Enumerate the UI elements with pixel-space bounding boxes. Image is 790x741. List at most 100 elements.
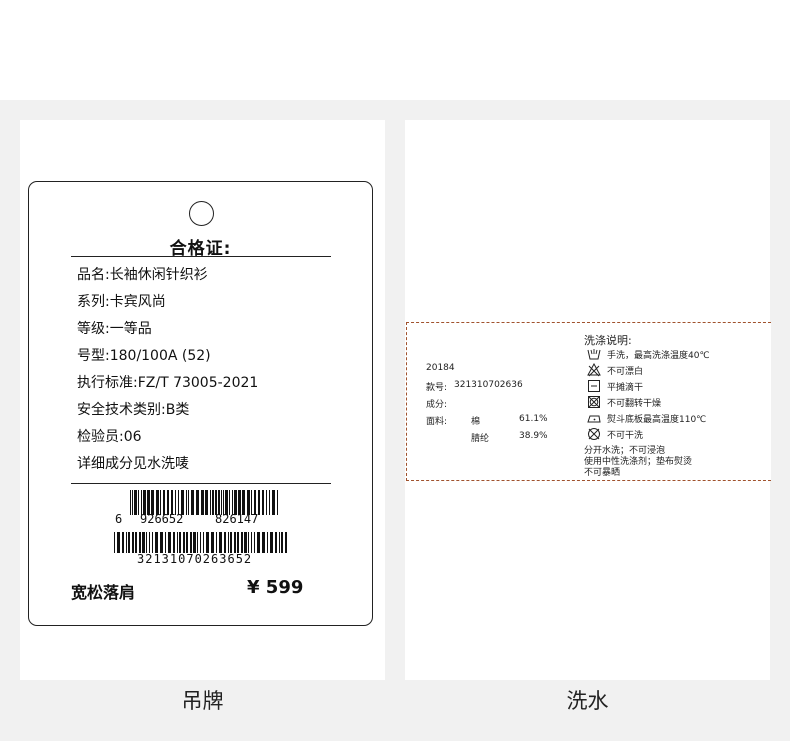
hang-tag-panel: 合格证: 品名:长袖休闲针织衫 系列:卡宾风尚 等级:一等品 号型:180/10…	[20, 120, 385, 680]
material-name: 腈纶	[471, 434, 490, 444]
iron-icon	[587, 415, 601, 423]
barcode-bar	[267, 532, 268, 553]
hang-tag-caption: 吊牌	[181, 689, 224, 713]
barcode-bar	[130, 490, 131, 515]
barcode-bar	[228, 532, 229, 553]
barcode-bar	[155, 532, 158, 553]
barcode-bar	[270, 532, 273, 553]
barcode-bar	[173, 532, 175, 553]
barcode-bar	[183, 532, 185, 553]
fabric-label: 面料:	[426, 417, 448, 427]
barcode-bar	[196, 490, 199, 515]
care-item: 不可漂白	[587, 362, 643, 378]
barcode-bar	[257, 532, 260, 553]
barcode-bar	[168, 532, 171, 553]
tag-field-size: 号型:180/100A (52)	[77, 348, 211, 364]
tag-field-standard: 执行标准:FZ/T 73005-2021	[77, 375, 259, 391]
barcode-bar	[197, 532, 198, 553]
barcode-bar	[193, 532, 196, 553]
barcode-bar	[219, 532, 222, 553]
tag-field-name: 品名:长袖休闲针织衫	[77, 267, 208, 283]
hand-wash-icon	[587, 349, 601, 360]
barcode-bar	[186, 490, 187, 515]
wash-label: 20184 款号: 321310702636 成分: 面料: 棉 61.1% 腈…	[406, 322, 771, 481]
barcode-bar	[262, 532, 265, 553]
label-code: 20184	[426, 363, 455, 373]
no-tumble-dry-icon	[588, 396, 600, 408]
barcode-bar	[200, 532, 201, 553]
flat-dry-icon	[588, 380, 600, 392]
barcode-bar	[201, 490, 204, 515]
barcode-bar	[139, 532, 141, 553]
no-bleach-icon	[587, 363, 601, 377]
barcode-bar	[224, 532, 226, 553]
material-percent: 61.1%	[519, 414, 548, 424]
barcode-bar	[272, 490, 275, 515]
barcode-bar	[128, 532, 130, 553]
barcode-bar	[244, 532, 247, 553]
barcode-bar	[138, 490, 139, 515]
barcode-bar	[269, 490, 270, 515]
care-item: 不可翻转干燥	[587, 394, 661, 410]
barcode-bar	[188, 490, 189, 515]
barcode-bar	[230, 532, 232, 553]
barcode-bar	[237, 532, 239, 553]
tag-field-series: 系列:卡宾风尚	[77, 294, 166, 310]
barcode-digits-group1: 926652	[140, 512, 184, 526]
barcode-bar	[234, 532, 236, 553]
barcode-number: 32131070263652	[137, 552, 253, 566]
care-item: 不可干洗	[587, 426, 643, 442]
barcode-bar	[186, 532, 188, 553]
wash-label-caption: 洗水	[566, 689, 609, 713]
tag-field-safety: 安全技术类别:B类	[77, 402, 190, 418]
barcode-bar	[241, 532, 243, 553]
barcode-bar	[205, 490, 208, 515]
tag-field-inspector: 检验员:06	[77, 429, 142, 445]
care-item: 平摊滴干	[587, 378, 643, 394]
barcode-bar	[281, 532, 283, 553]
item-number-label: 款号:	[426, 383, 448, 393]
barcode-bar	[206, 532, 209, 553]
wash-label-panel: 20184 款号: 321310702636 成分: 面料: 棉 61.1% 腈…	[405, 120, 771, 680]
barcode-bar	[212, 490, 214, 515]
barcode-bar	[216, 532, 217, 553]
barcode-bar	[132, 490, 133, 515]
barcode-bar	[179, 532, 181, 553]
tag-field-list: 品名:长袖休闲针织衫 系列:卡宾风尚 等级:一等品 号型:180/100A (5…	[77, 262, 258, 478]
barcode-bar	[279, 532, 280, 553]
barcode-digit-lead: 6	[115, 512, 123, 526]
hang-tag: 合格证: 品名:长袖休闲针织衫 系列:卡宾风尚 等级:一等品 号型:180/10…	[28, 181, 373, 626]
barcode-bar	[275, 532, 277, 553]
barcode-bar	[132, 532, 134, 553]
barcode-bar	[210, 490, 211, 515]
composition-label: 成分:	[426, 400, 448, 410]
barcode-bar	[152, 532, 153, 553]
barcode-bar	[114, 532, 115, 553]
care-item: 熨斗底板最高温度110℃	[587, 410, 706, 426]
barcode-bar	[190, 532, 192, 553]
barcode-bar	[285, 532, 287, 553]
care-note: 不可暴晒	[584, 468, 621, 478]
barcode-bar	[142, 532, 145, 553]
tag-top-rule	[71, 256, 331, 257]
barcode-bar	[203, 532, 204, 553]
barcode-bar	[146, 532, 147, 553]
item-number: 321310702636	[454, 380, 523, 390]
material-percent: 38.9%	[519, 431, 548, 441]
tag-field-grade: 等级:一等品	[77, 321, 152, 337]
style-name: 宽松落肩	[71, 583, 136, 602]
barcode-bar	[122, 532, 124, 553]
price: ¥ 599	[247, 577, 304, 598]
barcode-bar	[211, 532, 214, 553]
barcode-bar	[160, 532, 163, 553]
barcode-bar	[277, 490, 278, 515]
barcode-bar	[135, 532, 137, 553]
barcode-bar	[134, 490, 137, 515]
barcode-bar	[254, 532, 255, 553]
material-name: 棉	[471, 417, 481, 427]
barcode-bar	[149, 532, 150, 553]
barcode-bar	[117, 532, 120, 553]
barcode-bar	[165, 532, 166, 553]
barcode-bar	[191, 490, 194, 515]
no-dry-clean-icon	[588, 428, 600, 440]
